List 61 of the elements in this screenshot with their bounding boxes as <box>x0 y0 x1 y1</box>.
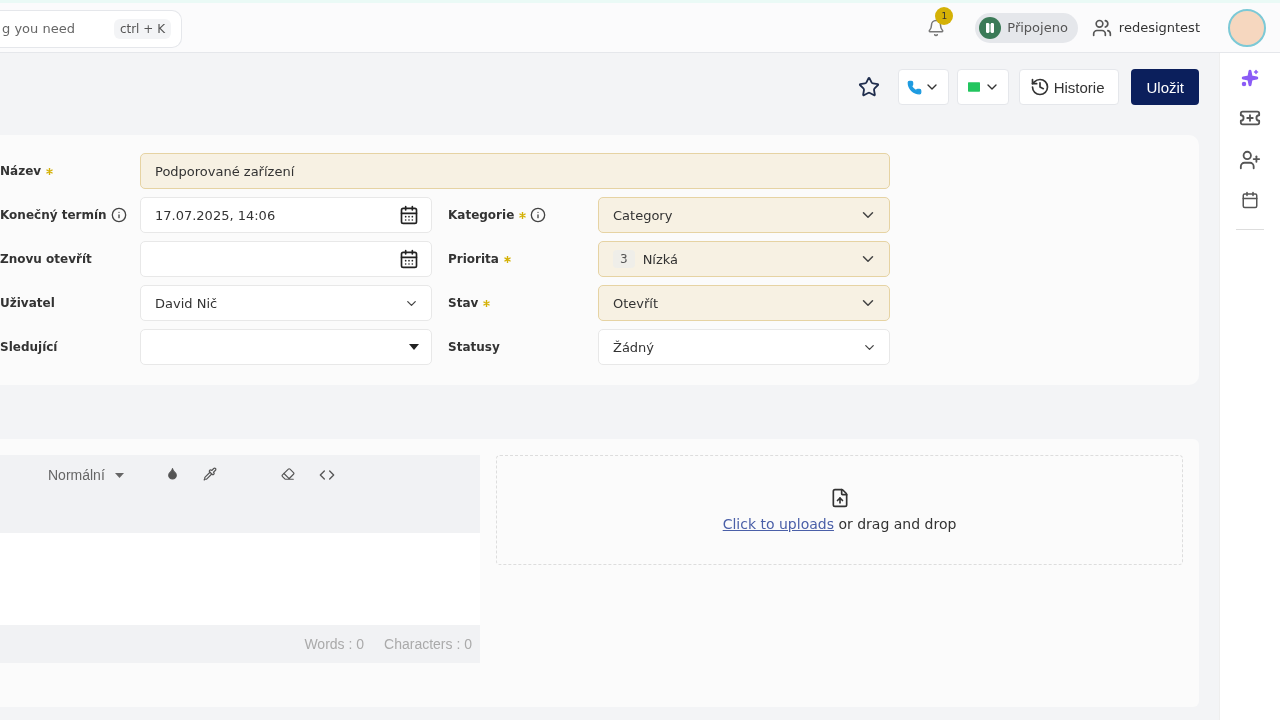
save-button[interactable]: Uložit <box>1131 69 1199 105</box>
select-field[interactable]: Category <box>598 197 890 233</box>
calendar-icon <box>399 205 419 225</box>
calendar-icon <box>1241 191 1259 209</box>
mail-icon <box>965 79 982 95</box>
user-plus-icon <box>1239 149 1261 171</box>
field-label: Stav <box>448 296 491 310</box>
field-label: Název <box>0 164 54 178</box>
search-field[interactable]: g you need ctrl + K <box>0 9 182 48</box>
caret-down-icon <box>409 344 419 350</box>
code-icon <box>318 467 335 483</box>
eraser-icon <box>280 467 295 481</box>
required-asterisk-icon <box>519 212 527 219</box>
field-label: Statusy <box>448 340 500 354</box>
info-icon <box>110 207 127 223</box>
ai-button[interactable] <box>1241 69 1259 87</box>
shortcut-hint: ctrl + K <box>113 18 171 39</box>
pipette-icon <box>202 467 217 481</box>
field-label: Kategorie <box>448 208 527 222</box>
priority-badge: 3 <box>613 250 635 268</box>
required-asterisk-icon <box>503 256 511 263</box>
droplet-icon <box>165 467 179 480</box>
connection-toggle[interactable]: Připojeno <box>975 12 1078 43</box>
field-label: Konečný termín <box>0 208 107 222</box>
required-asterisk-icon <box>483 300 491 307</box>
star-icon <box>857 76 880 98</box>
notification-count: 1 <box>935 6 954 25</box>
info-icon <box>530 207 547 223</box>
phone-icon <box>906 79 922 95</box>
select-field[interactable]: 3 Nízká <box>598 241 890 277</box>
format-select[interactable]: Normální <box>48 467 124 483</box>
upload-link[interactable]: Click to uploads <box>722 516 834 532</box>
calendar-button[interactable] <box>1241 191 1259 209</box>
field-label: Priorita <box>448 252 511 266</box>
upload-dropzone[interactable]: Click to uploads or drag and drop <box>496 455 1183 565</box>
search-input[interactable]: g you need <box>0 20 104 37</box>
select-field[interactable]: Otevřít <box>598 285 890 321</box>
word-count: Words : 0 <box>304 636 365 652</box>
field-label: Znovu otevřít <box>0 252 92 266</box>
select-field[interactable] <box>140 329 432 365</box>
field-label: Sledující <box>0 340 58 354</box>
input-field[interactable] <box>140 241 432 277</box>
users-icon <box>1091 17 1112 38</box>
user-name[interactable]: redesigntest <box>1118 20 1200 35</box>
upload-text: Click to uploads or drag and drop <box>722 516 957 532</box>
call-button[interactable] <box>897 69 949 105</box>
input-field[interactable]: 17.07.2025, 14:06 <box>140 197 432 233</box>
pause-icon <box>984 21 997 34</box>
notifications-bell-icon[interactable] <box>927 18 946 37</box>
select-field[interactable]: Žádný <box>598 329 890 365</box>
add-user-button[interactable] <box>1239 149 1261 171</box>
calendar-icon <box>399 249 419 269</box>
field-label: Uživatel <box>0 296 55 310</box>
history-button[interactable]: Historie <box>1018 69 1120 105</box>
sparkles-icon <box>1241 69 1259 87</box>
history-icon <box>1029 77 1050 97</box>
caret-down-icon <box>114 472 124 478</box>
required-asterisk-icon <box>46 168 54 175</box>
select-field[interactable]: David Nič <box>140 285 432 321</box>
input-field[interactable]: Podporované zařízení <box>140 153 890 189</box>
character-count: Characters : 0 <box>384 636 472 652</box>
